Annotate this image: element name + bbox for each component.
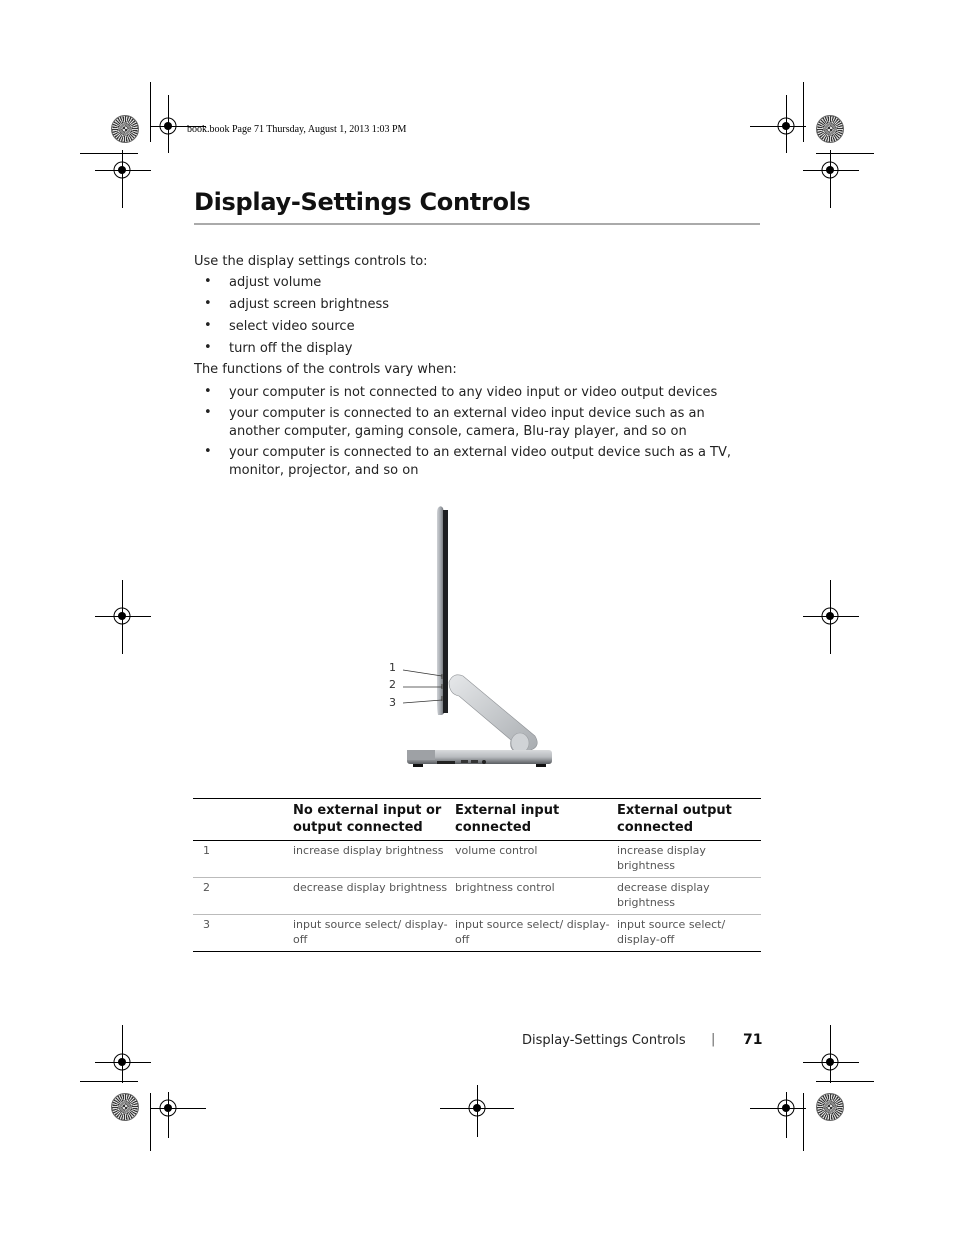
bullet: • bbox=[204, 296, 212, 311]
table-cell: decrease display brightness bbox=[293, 881, 448, 894]
callout-3: 3 bbox=[389, 696, 396, 709]
print-slug: book.book Page 71 Thursday, August 1, 20… bbox=[187, 124, 407, 135]
callout-lines bbox=[402, 669, 443, 704]
list-item: your computer is connected to an externa… bbox=[229, 406, 705, 439]
computer-side-view-figure bbox=[402, 506, 552, 767]
table-cell: 2 bbox=[203, 881, 210, 894]
bullet: • bbox=[204, 405, 212, 420]
bullet: • bbox=[204, 274, 212, 289]
header-cell bbox=[193, 799, 293, 841]
bullet: • bbox=[204, 384, 212, 399]
table-cell: increase display brightness bbox=[293, 844, 444, 857]
table-row: 2 decrease display brightness brightness… bbox=[193, 878, 761, 915]
list-item: your computer is connected to an externa… bbox=[229, 445, 732, 478]
footer-separator: | bbox=[711, 1032, 716, 1047]
table-cell: decrease display brightness bbox=[617, 881, 710, 909]
header-cell: No external input or output connected bbox=[293, 803, 442, 835]
table-cell: input source select/ display-off bbox=[455, 918, 610, 946]
table-row: 3 input source select/ display-off input… bbox=[193, 915, 761, 952]
title-rule bbox=[194, 223, 760, 225]
table-row: 1 increase display brightness volume con… bbox=[193, 841, 761, 878]
page-title: Display-Settings Controls bbox=[194, 188, 531, 216]
color-rosette-bottom-left bbox=[111, 1093, 139, 1121]
table-cell: input source select/ display-off bbox=[617, 918, 726, 946]
callout-1: 1 bbox=[389, 661, 396, 674]
base bbox=[407, 750, 552, 767]
bullet: • bbox=[204, 444, 212, 459]
footer-section-title: Display-Settings Controls bbox=[522, 1033, 686, 1048]
table-cell: volume control bbox=[455, 844, 538, 857]
callout-2: 2 bbox=[389, 678, 396, 691]
buttons bbox=[441, 674, 443, 701]
bullet: • bbox=[204, 340, 212, 355]
table-header-row: No external input or output connected Ex… bbox=[193, 798, 761, 841]
vary-intro-text: The functions of the controls vary when: bbox=[194, 362, 457, 377]
page-number: 71 bbox=[743, 1032, 763, 1048]
table-cell: increase display brightness bbox=[617, 844, 706, 872]
header-cell: External input connected bbox=[455, 803, 560, 835]
bullet: • bbox=[204, 318, 212, 333]
color-rosette-bottom-right bbox=[816, 1093, 844, 1121]
controls-table: No external input or output connected Ex… bbox=[193, 798, 761, 952]
color-rosette-top-left bbox=[111, 115, 139, 143]
color-rosette-top-right bbox=[816, 115, 844, 143]
list-item: adjust screen brightness bbox=[229, 297, 389, 312]
list-item: your computer is not connected to any vi… bbox=[229, 385, 718, 400]
table-cell: 3 bbox=[203, 918, 210, 931]
list-item: select video source bbox=[229, 319, 355, 334]
list-item: adjust volume bbox=[229, 275, 322, 290]
monitor-panel bbox=[437, 506, 448, 715]
table-cell: input source select/ display-off bbox=[293, 918, 448, 946]
intro-text: Use the display settings controls to: bbox=[194, 254, 428, 269]
list-item: turn off the display bbox=[229, 341, 353, 356]
table-cell: brightness control bbox=[455, 881, 555, 894]
table-cell: 1 bbox=[203, 844, 210, 857]
header-cell: External output connected bbox=[617, 803, 732, 835]
